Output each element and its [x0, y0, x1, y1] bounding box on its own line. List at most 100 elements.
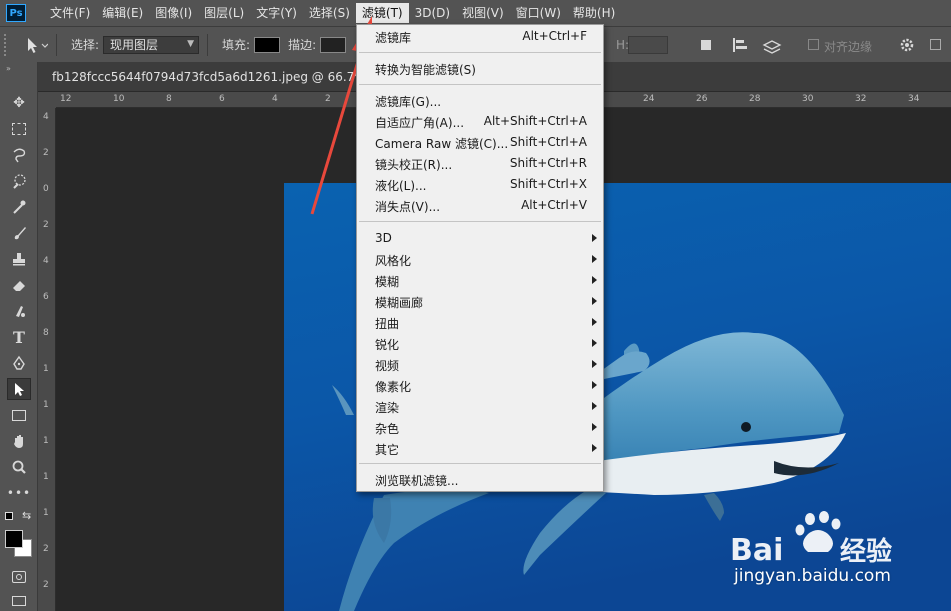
filter-menu-item-shortcut: Alt+Ctrl+V	[521, 198, 587, 212]
ruler-tick-label: 1	[43, 508, 49, 518]
ruler-origin[interactable]	[38, 92, 56, 108]
tools-collapse-icon[interactable]: »	[6, 64, 11, 73]
filter-menu-item[interactable]: 渲染	[357, 396, 603, 417]
submenu-arrow-icon	[592, 444, 597, 452]
ruler-tick-label: 34	[908, 94, 920, 104]
menu-item[interactable]: 帮助(H)	[567, 3, 621, 23]
filter-menu-item[interactable]: 视频	[357, 354, 603, 375]
eraser-icon[interactable]	[7, 274, 31, 296]
filter-menu-item-shortcut: Shift+Ctrl+R	[509, 156, 587, 170]
filter-menu-item[interactable]: 像素化	[357, 375, 603, 396]
quick-mask-icon[interactable]	[7, 566, 31, 588]
filter-menu-item[interactable]: 浏览联机滤镜...	[357, 469, 603, 490]
menu-separator	[359, 221, 601, 222]
menu-item[interactable]: 图像(I)	[149, 3, 198, 23]
ruler-tick-label: 2	[43, 544, 49, 554]
height-input[interactable]	[628, 36, 668, 54]
select-layer-dropdown[interactable]: 现用图层 ▼	[103, 35, 200, 54]
screen-mode-icon[interactable]	[7, 590, 31, 611]
filter-menu-item-label: Camera Raw 滤镜(C)...	[375, 137, 509, 151]
filter-menu-item[interactable]: 滤镜库 Alt+Ctrl+F	[357, 26, 603, 47]
more-tools-icon[interactable]: •••	[7, 482, 31, 504]
filter-menu-item[interactable]: 其它	[357, 438, 603, 459]
filter-menu-item-label: 浏览联机滤镜...	[375, 474, 459, 488]
filter-menu-item-label: 杂色	[375, 422, 400, 436]
menu-item[interactable]: 窗口(W)	[510, 3, 567, 23]
ruler-tick-label: 6	[219, 94, 225, 104]
ruler-tick-label: 0	[43, 184, 49, 194]
brush-icon[interactable]	[7, 222, 31, 244]
eyedropper-icon[interactable]	[7, 196, 31, 218]
chevron-down-icon: ▼	[187, 38, 195, 49]
path-alignment-icon[interactable]	[731, 37, 749, 53]
ruler-tick-label: 1	[43, 436, 49, 446]
filter-menu-item[interactable]: 液化(L)... Shift+Ctrl+X	[357, 174, 603, 195]
ruler-tick-label: 30	[802, 94, 814, 104]
menu-item[interactable]: 3D(D)	[409, 3, 456, 23]
move-icon[interactable]: ✥	[7, 92, 31, 114]
blur-icon[interactable]	[7, 300, 31, 322]
menu-bar: Ps 文件(F) 编辑(E) 图像(I) 图层(L) 文字(Y) 选择(S) 滤镜(T) 3D…	[0, 0, 951, 26]
fill-swatch[interactable]	[254, 36, 281, 53]
filter-menu-item[interactable]: Camera Raw 滤镜(C)... Shift+Ctrl+A	[357, 132, 603, 153]
filter-menu-item[interactable]: 镜头校正(R)... Shift+Ctrl+R	[357, 153, 603, 174]
rectangle-icon[interactable]	[7, 404, 31, 426]
ruler-tick-label: 6	[43, 292, 49, 302]
menu-item[interactable]: 视图(V)	[456, 3, 510, 23]
filter-menu-item[interactable]: 自适应广角(A)... Alt+Shift+Ctrl+A	[357, 111, 603, 132]
align-edges-label: 对齐边缘	[824, 40, 873, 54]
filter-menu-item-label: 消失点(V)...	[375, 200, 441, 214]
photoshop-logo-icon: Ps	[6, 4, 26, 22]
watermark-url: jingyan.baidu.com	[734, 566, 891, 586]
align-edges-checkbox[interactable]	[808, 39, 819, 50]
type-icon[interactable]: T	[7, 326, 31, 348]
options-grip[interactable]	[4, 33, 14, 56]
submenu-arrow-icon	[592, 402, 597, 410]
filter-menu-item-label: 风格化	[375, 254, 412, 268]
filter-menu-item[interactable]: 滤镜库(G)...	[357, 90, 603, 111]
move-tool-icon[interactable]	[20, 34, 48, 56]
hand-icon[interactable]	[7, 430, 31, 452]
menu-item[interactable]: 编辑(E)	[96, 3, 149, 23]
filter-menu-item[interactable]: 模糊	[357, 270, 603, 291]
constrain-checkbox[interactable]	[930, 39, 941, 50]
filter-menu-item[interactable]: 锐化	[357, 333, 603, 354]
gear-icon[interactable]	[899, 37, 915, 53]
submenu-arrow-icon	[592, 360, 597, 368]
submenu-arrow-icon	[592, 297, 597, 305]
vertical-ruler[interactable]: 4 2 0 2 4 6 8 1 1 1 1 1 2 2	[38, 108, 56, 611]
submenu-arrow-icon	[592, 423, 597, 431]
menu-item[interactable]: 图层(L)	[198, 3, 250, 23]
ruler-tick-label: 10	[113, 94, 125, 104]
filter-menu-item[interactable]: 模糊画廊	[357, 291, 603, 312]
menu-item[interactable]: 文字(Y)	[250, 3, 303, 23]
filter-menu-item-label: 3D	[375, 231, 392, 245]
ruler-tick-label: 32	[855, 94, 867, 104]
menu-separator	[359, 463, 601, 464]
swap-colors-icon[interactable]: ⇆	[22, 509, 31, 522]
fill-label: 填充:	[222, 38, 251, 52]
zoom-icon[interactable]	[7, 456, 31, 478]
menu-item[interactable]: 文件(F)	[44, 3, 96, 23]
filter-menu-item[interactable]: 转换为智能滤镜(S)	[357, 58, 603, 79]
options-separator	[56, 33, 57, 56]
filter-menu-item[interactable]: 杂色	[357, 417, 603, 438]
foreground-color-swatch[interactable]	[5, 530, 23, 548]
lasso-icon[interactable]	[7, 144, 31, 166]
filter-menu-item[interactable]: 扭曲	[357, 312, 603, 333]
quick-selection-icon[interactable]	[7, 170, 31, 192]
stamp-icon[interactable]	[7, 248, 31, 270]
path-selection-icon[interactable]	[7, 378, 31, 400]
filter-menu-item[interactable]: 风格化	[357, 249, 603, 270]
pen-icon[interactable]	[7, 352, 31, 374]
default-colors-icon[interactable]	[5, 512, 13, 520]
submenu-arrow-icon	[592, 318, 597, 326]
path-arrangement-icon[interactable]	[761, 36, 783, 54]
marquee-icon[interactable]	[7, 118, 31, 140]
ruler-tick-label: 4	[272, 94, 278, 104]
filter-menu-item-label: 滤镜库	[375, 31, 412, 45]
path-operations-icon[interactable]	[699, 38, 713, 52]
filter-menu-item[interactable]: 消失点(V)... Alt+Ctrl+V	[357, 195, 603, 216]
filter-menu-item[interactable]: 3D	[357, 228, 603, 249]
filter-menu-item-label: 模糊画廊	[375, 296, 424, 310]
